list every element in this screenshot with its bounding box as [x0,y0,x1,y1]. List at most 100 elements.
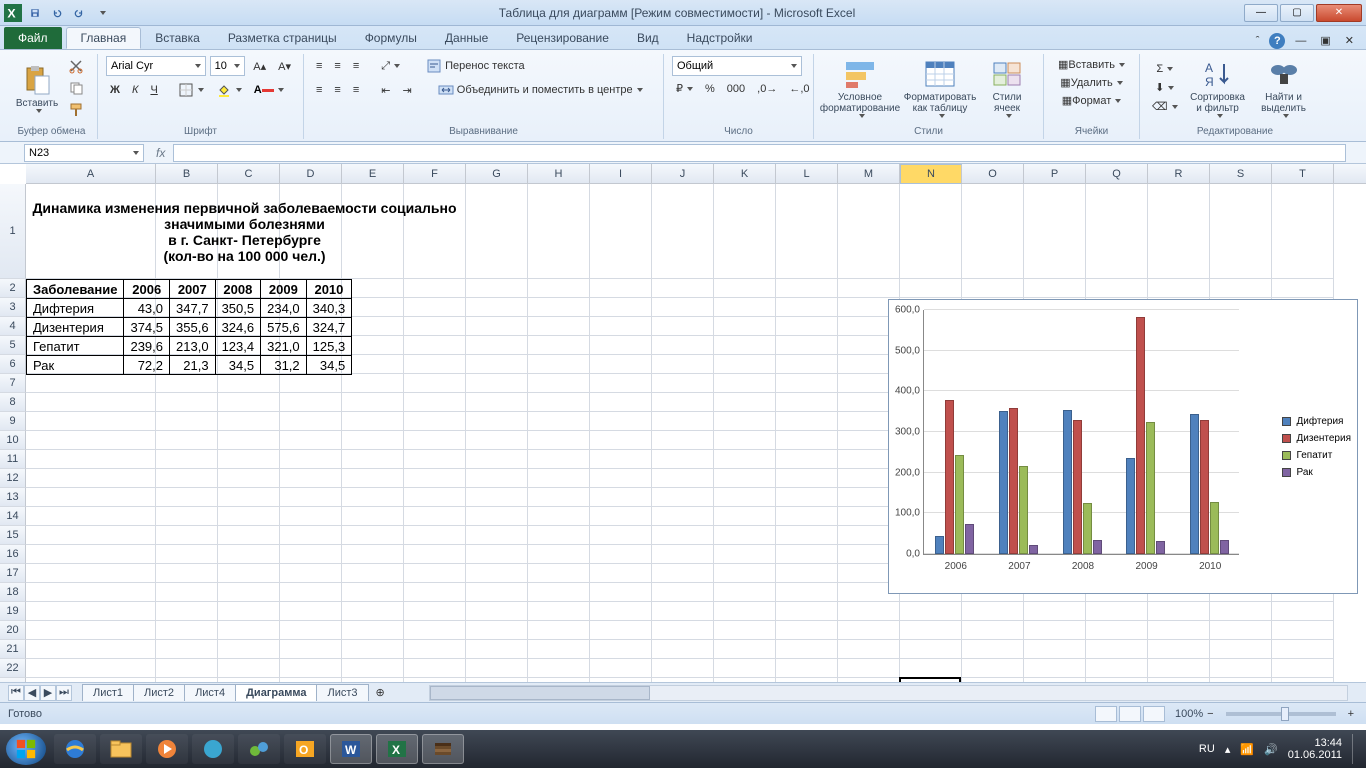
decrease-decimal-icon[interactable]: ←,0 [785,81,813,97]
table-cell[interactable]: 123,4 [215,337,261,356]
taskbar-outlook-icon[interactable]: O [284,734,326,764]
row-header[interactable]: 21 [0,640,26,659]
column-header[interactable]: P [1024,164,1086,183]
increase-decimal-icon[interactable]: ,0→ [753,81,781,97]
column-header[interactable]: N [900,164,962,184]
close-button[interactable]: ✕ [1316,4,1362,22]
sheet-nav-next-icon[interactable]: ▶ [40,685,56,701]
zoom-percent[interactable]: 100% [1175,708,1203,720]
column-header[interactable]: H [528,164,590,183]
align-center-icon[interactable]: ≡ [330,82,344,98]
table-cell[interactable]: Рак [27,356,124,375]
column-header[interactable]: I [590,164,652,183]
sheet-tab[interactable]: Лист2 [133,684,185,701]
row-header[interactable]: 13 [0,488,26,507]
row-header[interactable]: 19 [0,602,26,621]
ribbon-tab[interactable]: Данные [431,27,502,49]
ribbon-tab[interactable]: Разметка страницы [214,27,351,49]
cut-icon[interactable] [64,56,88,76]
chart-bar[interactable] [1136,317,1145,554]
chart-bar[interactable] [1073,420,1082,554]
chart-bar[interactable] [1009,408,1018,554]
row-header[interactable]: 15 [0,526,26,545]
align-right-icon[interactable]: ≡ [349,82,363,98]
table-cell[interactable]: Дифтерия [27,299,124,318]
chart-bar[interactable] [1146,422,1155,554]
autosum-icon[interactable]: Σ [1148,61,1182,77]
table-cell[interactable]: 355,6 [170,318,216,337]
zoom-slider[interactable] [1226,712,1336,716]
table-cell[interactable]: 125,3 [306,337,352,356]
view-page-break-icon[interactable] [1143,706,1165,722]
column-header[interactable]: R [1148,164,1210,183]
column-header[interactable]: A [26,164,156,183]
table-cell[interactable]: 31,2 [261,356,307,375]
ribbon-tab[interactable]: Формулы [351,27,431,49]
column-header[interactable]: G [466,164,528,183]
ribbon-tab[interactable]: Надстройки [673,27,767,49]
table-cell[interactable]: 34,5 [215,356,261,375]
row-header[interactable]: 5 [0,336,26,355]
qat-more-icon[interactable] [92,4,110,22]
clear-icon[interactable]: ⌫ [1148,98,1182,115]
row-headers[interactable]: 1234567891011121314151617181920212223242… [0,184,26,682]
format-cells-button[interactable]: ▦ Формат [1052,92,1131,109]
comma-format-icon[interactable]: 000 [723,81,749,97]
row-header[interactable]: 17 [0,564,26,583]
chart-bar[interactable] [999,411,1008,554]
taskbar-excel-icon[interactable]: X [376,734,418,764]
outdent-icon[interactable]: ⇤ [377,82,394,99]
zoom-out-icon[interactable]: − [1203,706,1217,722]
table-cell[interactable]: 350,5 [215,299,261,318]
column-header[interactable]: Q [1086,164,1148,183]
font-color-icon[interactable]: A [250,82,288,98]
help-icon[interactable]: ? [1269,33,1285,49]
sheet-tab[interactable]: Диаграмма [235,684,317,701]
row-header[interactable]: 9 [0,412,26,431]
chart-bar[interactable] [1220,540,1229,554]
shrink-font-icon[interactable]: A▾ [274,58,295,75]
taskbar-media-icon[interactable] [146,734,188,764]
legend-item[interactable]: Гепатит [1282,450,1351,461]
sort-filter-button[interactable]: АЯСортировка и фильтр [1186,56,1250,120]
table-header-cell[interactable]: Заболевание [27,280,124,299]
grow-font-icon[interactable]: A▴ [249,58,270,75]
column-header[interactable]: L [776,164,838,183]
row-header[interactable]: 23 [0,678,26,682]
table-header-cell[interactable]: 2008 [215,280,261,299]
align-bottom-icon[interactable]: ≡ [349,58,363,74]
table-cell[interactable]: 34,5 [306,356,352,375]
chart-bar[interactable] [1029,545,1038,554]
chart-bar[interactable] [1210,502,1219,554]
row-header[interactable]: 2 [0,279,26,298]
systray-flag-icon[interactable]: ▴ [1225,743,1231,756]
legend-item[interactable]: Рак [1282,467,1351,478]
minimize-button[interactable]: — [1244,4,1278,22]
formula-input[interactable] [173,144,1346,162]
font-name-select[interactable]: Arial Cyr [106,56,206,76]
taskbar-app1-icon[interactable] [192,734,234,764]
redo-icon[interactable] [70,4,88,22]
chart-bar[interactable] [955,455,964,554]
row-header[interactable]: 4 [0,317,26,336]
table-cell[interactable]: 324,6 [215,318,261,337]
column-header[interactable]: M [838,164,900,183]
row-header[interactable]: 6 [0,355,26,374]
sheet-tab[interactable]: Лист1 [82,684,134,701]
ribbon-tab[interactable]: Главная [66,27,142,49]
table-header-cell[interactable]: 2010 [306,280,352,299]
table-cell[interactable]: 213,0 [170,337,216,356]
borders-icon[interactable] [174,80,208,100]
table-cell[interactable]: Дизентерия [27,318,124,337]
row-header[interactable]: 1 [0,184,26,279]
conditional-formatting-button[interactable]: Условное форматирование [822,56,898,120]
table-header-cell[interactable]: 2007 [170,280,216,299]
align-top-icon[interactable]: ≡ [312,58,326,74]
row-header[interactable]: 16 [0,545,26,564]
chart-bar[interactable] [965,524,974,554]
table-cell[interactable]: 239,6 [124,337,170,356]
row-header[interactable]: 22 [0,659,26,678]
underline-button[interactable]: Ч [146,82,161,98]
table-cell[interactable]: 321,0 [261,337,307,356]
chart-bar[interactable] [1063,410,1072,554]
